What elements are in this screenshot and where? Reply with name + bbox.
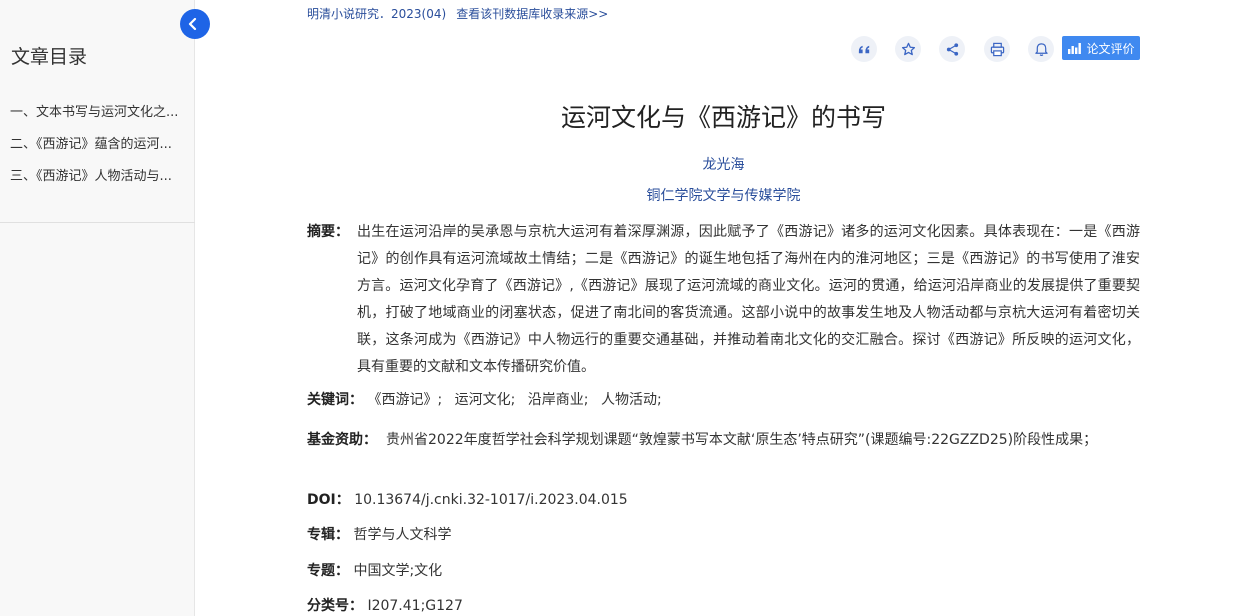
chevron-left-icon bbox=[188, 18, 197, 30]
toc-item-3[interactable]: 三、《西游记》人物活动与... bbox=[10, 166, 190, 198]
print-icon bbox=[990, 42, 1004, 56]
album-row: 专辑： 哲学与人文科学 bbox=[307, 525, 1140, 545]
print-button[interactable] bbox=[984, 36, 1010, 62]
favorite-button[interactable] bbox=[895, 36, 921, 62]
toc-item-2[interactable]: 二、《西游记》蕴含的运河... bbox=[10, 134, 190, 166]
affiliation-link[interactable]: 铜仁学院文学与传媒学院 bbox=[307, 185, 1140, 205]
topic-row: 专题： 中国文学;文化 bbox=[307, 561, 1140, 581]
keyword-link[interactable]: 人物活动; bbox=[601, 392, 662, 408]
journal-source: 明清小说研究．2023(04) 查看该刊数据库收录来源>> bbox=[307, 5, 608, 22]
keyword-link[interactable]: 运河文化; bbox=[455, 392, 516, 408]
doi-label: DOI： bbox=[307, 492, 350, 508]
bar-chart-icon bbox=[1068, 43, 1082, 54]
paper-review-button[interactable]: 论文评价 bbox=[1062, 36, 1140, 60]
sidebar-divider bbox=[0, 222, 195, 223]
classification-label: 分类号： bbox=[307, 598, 363, 614]
topic-value: 中国文学;文化 bbox=[353, 563, 443, 579]
keywords-label: 关键词： bbox=[307, 392, 363, 408]
doi-row: DOI： 10.13674/j.cnki.32-1017/i.2023.04.0… bbox=[307, 490, 1140, 510]
album-value: 哲学与人文科学 bbox=[353, 527, 452, 543]
notify-button[interactable] bbox=[1028, 36, 1054, 62]
abstract-text: 出生在运河沿岸的吴承恩与京杭大运河有着深厚渊源，因此赋予了《西游记》诸多的运河文… bbox=[357, 224, 1140, 375]
cite-button[interactable] bbox=[851, 36, 877, 62]
keyword-link[interactable]: 《西游记》; bbox=[367, 392, 442, 408]
doi-value: 10.13674/j.cnki.32-1017/i.2023.04.015 bbox=[354, 492, 628, 508]
classification-value: I207.41;G127 bbox=[367, 598, 463, 614]
toc-item-1[interactable]: 一、文本书写与运河文化之... bbox=[10, 102, 190, 134]
keywords-row: 关键词： 《西游记》; 运河文化; 沿岸商业; 人物活动; bbox=[307, 390, 1140, 410]
bell-icon bbox=[1034, 42, 1048, 56]
album-label: 专辑： bbox=[307, 527, 349, 543]
article-title: 运河文化与《西游记》的书写 bbox=[560, 103, 886, 132]
fund-row: 基金资助： 贵州省2022年度哲学社会科学规划课题“敦煌蒙书写本文献‘原生态’特… bbox=[307, 427, 1140, 454]
fund-text: 贵州省2022年度哲学社会科学规划课题“敦煌蒙书写本文献‘原生态’特点研究”(课… bbox=[386, 432, 1098, 448]
topic-label: 专题： bbox=[307, 563, 349, 579]
abstract-row: 摘要： 出生在运河沿岸的吴承恩与京杭大运河有着深厚渊源，因此赋予了《西游记》诸多… bbox=[307, 219, 1140, 381]
share-icon bbox=[946, 42, 958, 56]
fund-label: 基金资助： bbox=[307, 432, 377, 448]
paper-review-label: 论文评价 bbox=[1086, 41, 1135, 56]
quote-icon bbox=[858, 45, 869, 53]
share-button[interactable] bbox=[939, 36, 965, 62]
journal-link[interactable]: 明清小说研究．2023(04) bbox=[307, 7, 446, 21]
keyword-link[interactable]: 沿岸商业; bbox=[528, 392, 589, 408]
sidebar-title: 文章目录 bbox=[11, 46, 88, 68]
sidebar-collapse-button[interactable] bbox=[180, 9, 210, 39]
author-link[interactable]: 龙光海 bbox=[307, 154, 1140, 174]
sidebar: 文章目录 一、文本书写与运河文化之... 二、《西游记》蕴含的运河... 三、《… bbox=[0, 0, 195, 616]
abstract-label: 摘要： bbox=[307, 224, 349, 240]
star-icon bbox=[901, 42, 915, 55]
classification-row: 分类号： I207.41;G127 bbox=[307, 596, 1140, 616]
database-source-link[interactable]: 查看该刊数据库收录来源>> bbox=[456, 7, 608, 21]
toc-list: 一、文本书写与运河文化之... 二、《西游记》蕴含的运河... 三、《西游记》人… bbox=[10, 102, 190, 198]
